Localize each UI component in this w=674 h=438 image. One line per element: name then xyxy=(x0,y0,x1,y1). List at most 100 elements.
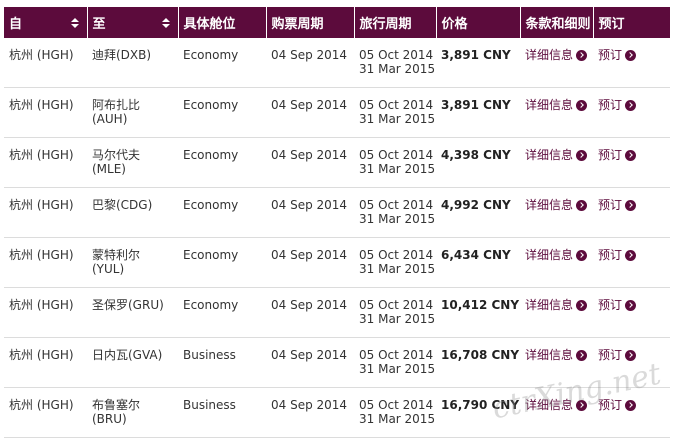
chevron-right-circle-icon xyxy=(625,249,637,261)
book-link[interactable]: 预订 xyxy=(598,48,637,62)
book-link[interactable]: 预订 xyxy=(598,148,637,162)
cell-purchase-period: 04 Sep 2014 xyxy=(266,337,354,388)
column-header-travel-period: 旅行周期 xyxy=(354,7,437,38)
travel-end: 31 Mar 2015 xyxy=(359,362,436,376)
travel-start: 05 Oct 2014 xyxy=(359,248,434,262)
destination-name: 巴黎(CDG) xyxy=(92,198,153,212)
chevron-right-circle-icon xyxy=(625,349,637,361)
cell-purchase-period: 04 Sep 2014 xyxy=(266,137,354,188)
book-link-label: 预订 xyxy=(598,48,623,62)
chevron-right-circle-icon xyxy=(625,99,637,111)
details-link-label: 详细信息 xyxy=(525,198,574,212)
table-row: 杭州 (HGH) 圣保罗(GRU) Economy 04 Sep 2014 05 Oct… xyxy=(4,287,670,338)
chevron-right-circle-icon xyxy=(576,349,588,361)
cell-book: 预订 xyxy=(593,137,670,188)
destination-name: 日内瓦(GVA) xyxy=(92,348,163,362)
details-link[interactable]: 详细信息 xyxy=(525,98,588,112)
destination-name: 圣保罗(GRU) xyxy=(92,298,164,312)
cell-purchase-period: 04 Sep 2014 xyxy=(266,38,354,88)
cell-travel-period: 05 Oct 2014 31 Mar 2015 xyxy=(354,38,436,88)
cell-cabin: Economy xyxy=(178,237,266,288)
chevron-right-circle-icon xyxy=(625,299,637,311)
travel-start: 05 Oct 2014 xyxy=(359,98,434,112)
cell-book: 预订 xyxy=(593,87,670,138)
column-header-label: 具体舱位 xyxy=(183,17,236,32)
cell-travel-period: 05 Oct 2014 31 Mar 2015 xyxy=(354,237,436,288)
details-link[interactable]: 详细信息 xyxy=(525,348,588,362)
column-header-cabin: 具体舱位 xyxy=(178,7,267,38)
destination-name: 阿布扎比 xyxy=(92,98,141,112)
chevron-right-circle-icon xyxy=(576,199,588,211)
cell-from: 杭州 (HGH) xyxy=(4,387,87,438)
chevron-right-circle-icon xyxy=(625,199,637,211)
sort-arrows-icon[interactable] xyxy=(161,17,170,28)
cell-from: 杭州 (HGH) xyxy=(4,287,87,338)
travel-start: 05 Oct 2014 xyxy=(359,348,434,362)
column-header-label: 条款和细则 xyxy=(525,17,591,32)
cell-to: 巴黎(CDG) xyxy=(87,187,178,238)
destination-code: (BRU) xyxy=(92,412,127,426)
cell-price: 6,434 CNY xyxy=(436,237,520,288)
column-header-to[interactable]: 至 xyxy=(87,7,179,38)
chevron-right-circle-icon xyxy=(625,399,637,411)
destination-code: (YUL) xyxy=(92,262,125,276)
cell-terms: 详细信息 xyxy=(520,87,593,138)
cell-price: 3,891 CNY xyxy=(436,38,520,88)
column-header-label: 至 xyxy=(92,17,106,32)
cell-cabin: Economy xyxy=(178,87,266,138)
book-link[interactable]: 预订 xyxy=(598,248,637,262)
cell-to: 圣保罗(GRU) xyxy=(87,287,178,338)
column-header-label: 自 xyxy=(9,17,23,32)
details-link[interactable]: 详细信息 xyxy=(525,148,588,162)
table-row: 杭州 (HGH) 迪拜(DXB) Economy 04 Sep 2014 05 Oct … xyxy=(4,38,670,88)
destination-name: 布鲁塞尔 xyxy=(92,398,141,412)
cell-cabin: Business xyxy=(178,337,266,388)
details-link[interactable]: 详细信息 xyxy=(525,198,588,212)
travel-start: 05 Oct 2014 xyxy=(359,398,434,412)
column-header-book: 预订 xyxy=(593,7,670,38)
details-link-label: 详细信息 xyxy=(525,298,574,312)
column-header-purchase-period: 购票周期 xyxy=(266,7,355,38)
cell-purchase-period: 04 Sep 2014 xyxy=(266,87,354,138)
details-link-label: 详细信息 xyxy=(525,148,574,162)
sort-arrows-icon[interactable] xyxy=(70,17,79,28)
destination-name: 蒙特利尔 xyxy=(92,248,141,262)
cell-from: 杭州 (HGH) xyxy=(4,87,87,138)
cell-terms: 详细信息 xyxy=(520,38,593,88)
details-link[interactable]: 详细信息 xyxy=(525,248,588,262)
cell-from: 杭州 (HGH) xyxy=(4,137,87,188)
cell-purchase-period: 04 Sep 2014 xyxy=(266,187,354,238)
details-link[interactable]: 详细信息 xyxy=(525,48,588,62)
chevron-right-circle-icon xyxy=(576,99,588,111)
column-header-from[interactable]: 自 xyxy=(4,7,88,38)
book-link[interactable]: 预订 xyxy=(598,348,637,362)
cell-to: 迪拜(DXB) xyxy=(87,38,178,88)
cell-to: 布鲁塞尔 (BRU) xyxy=(87,387,178,438)
cell-cabin: Business xyxy=(178,387,266,438)
book-link[interactable]: 预订 xyxy=(598,298,637,312)
cell-price: 4,992 CNY xyxy=(436,187,520,238)
destination-name: 迪拜(DXB) xyxy=(92,48,152,62)
book-link-label: 预订 xyxy=(598,148,623,162)
cell-book: 预订 xyxy=(593,237,670,288)
cell-purchase-period: 04 Sep 2014 xyxy=(266,237,354,288)
details-link-label: 详细信息 xyxy=(525,48,574,62)
details-link[interactable]: 详细信息 xyxy=(525,298,588,312)
cell-to: 蒙特利尔 (YUL) xyxy=(87,237,178,288)
book-link[interactable]: 预订 xyxy=(598,198,637,212)
cell-from: 杭州 (HGH) xyxy=(4,237,87,288)
cell-travel-period: 05 Oct 2014 31 Mar 2015 xyxy=(354,87,436,138)
book-link[interactable]: 预订 xyxy=(598,98,637,112)
cell-cabin: Economy xyxy=(178,287,266,338)
cell-price: 3,891 CNY xyxy=(436,87,520,138)
chevron-right-circle-icon xyxy=(625,149,637,161)
column-header-label: 购票周期 xyxy=(271,17,324,32)
details-link-label: 详细信息 xyxy=(525,348,574,362)
travel-start: 05 Oct 2014 xyxy=(359,148,434,162)
travel-end: 31 Mar 2015 xyxy=(359,212,436,226)
chevron-right-circle-icon xyxy=(576,149,588,161)
travel-end: 31 Mar 2015 xyxy=(359,312,436,326)
column-header-label: 价格 xyxy=(441,17,468,32)
travel-end: 31 Mar 2015 xyxy=(359,162,436,176)
cell-to: 马尔代夫 (MLE) xyxy=(87,137,178,188)
